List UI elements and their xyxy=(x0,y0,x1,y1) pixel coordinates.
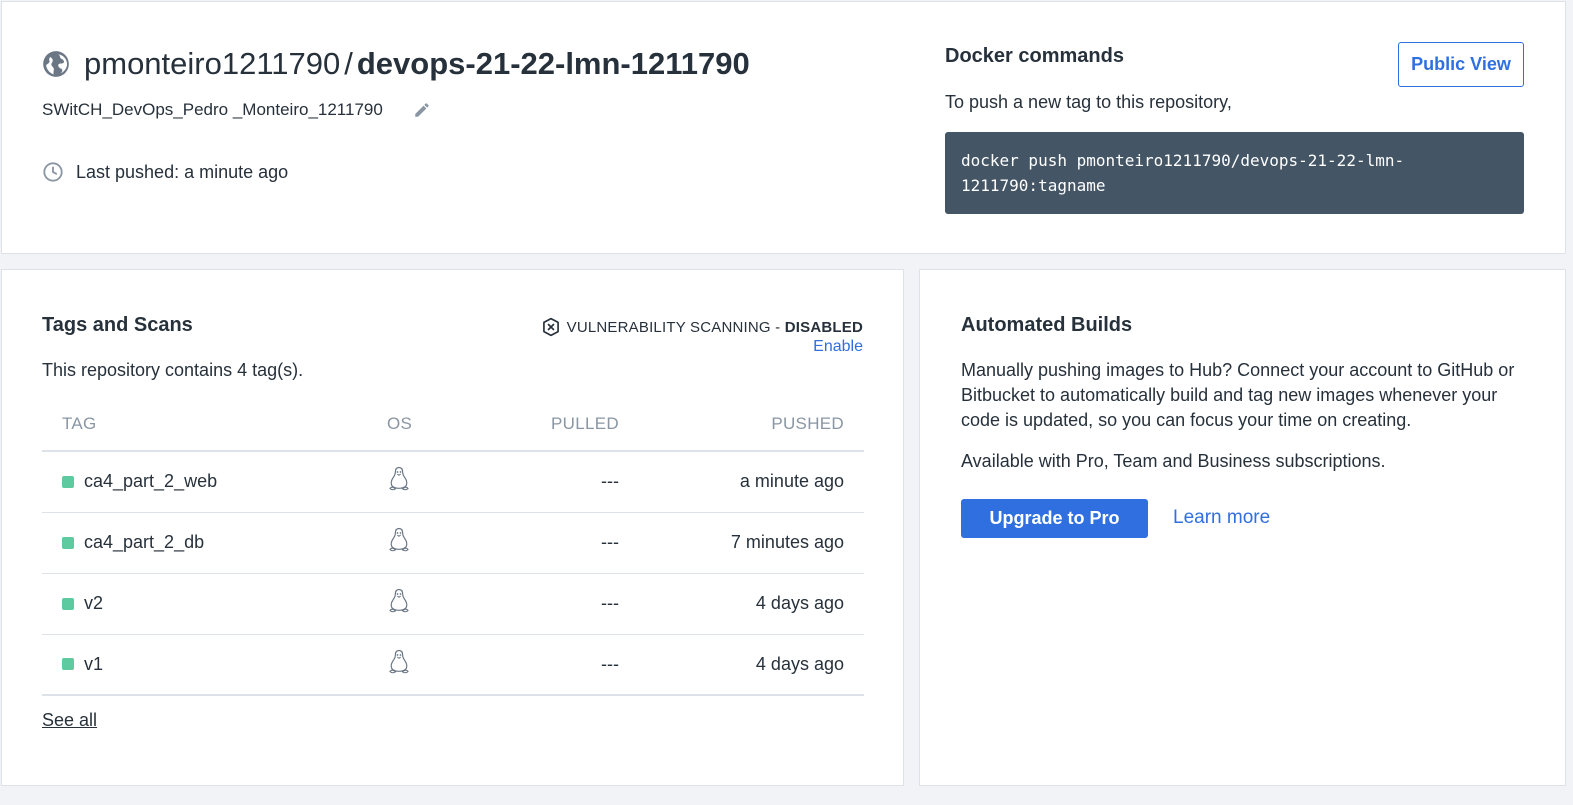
automated-builds-description: Manually pushing images to Hub? Connect … xyxy=(961,360,1515,430)
column-header-pushed: PUSHED xyxy=(619,397,864,452)
tag-status-dot xyxy=(62,536,74,549)
linux-icon xyxy=(389,588,409,613)
repo-owner-link[interactable]: pmonteiro1211790 xyxy=(84,46,340,81)
tags-and-scans-card: Tags and Scans VULNERABILITY SCANNING - … xyxy=(1,269,904,786)
tag-pulled: --- xyxy=(507,573,619,635)
linux-icon xyxy=(389,467,409,491)
repo-description-row: SWitCH_DevOps_Pedro _Monteiro_1211790 xyxy=(42,100,431,120)
tag-name[interactable]: ca4_part_2_db xyxy=(84,532,204,553)
tag-name[interactable]: v2 xyxy=(84,593,103,614)
tag-pushed: a minute ago xyxy=(619,451,864,513)
last-pushed-text: Last pushed: a minute ago xyxy=(76,161,289,182)
enable-scanning-link[interactable]: Enable xyxy=(813,338,863,356)
tags-title: Tags and Scans xyxy=(42,314,193,336)
automated-builds-title: Automated Builds xyxy=(961,314,1133,336)
shield-x-icon xyxy=(542,317,559,337)
upgrade-to-pro-button[interactable]: Upgrade to Pro xyxy=(961,499,1148,538)
automated-builds-card: Automated Builds Manually pushing images… xyxy=(919,269,1566,786)
column-header-os: OS xyxy=(387,397,507,452)
tag-name[interactable]: ca4_part_2_web xyxy=(84,471,217,492)
tag-pushed: 7 minutes ago xyxy=(619,512,864,574)
vulnerability-scanning-status: VULNERABILITY SCANNING - DISABLED xyxy=(541,316,863,338)
table-row[interactable]: ca4_part_2_db --- 7 minutes ago xyxy=(42,512,864,574)
column-header-pulled: PULLED xyxy=(507,397,619,452)
linux-icon xyxy=(389,527,409,552)
tag-status-dot xyxy=(62,658,74,671)
repo-description: SWitCH_DevOps_Pedro _Monteiro_1211790 xyxy=(42,100,383,119)
tags-count-text: This repository contains 4 tag(s). xyxy=(42,360,304,380)
tag-name[interactable]: v1 xyxy=(84,654,103,675)
table-row[interactable]: ca4_part_2_web --- a minute ago xyxy=(42,451,864,513)
docker-commands-subtitle: To push a new tag to this repository, xyxy=(945,92,1232,112)
table-row[interactable]: v1 --- 4 days ago xyxy=(42,634,864,696)
public-view-button[interactable]: Public View xyxy=(1398,42,1524,87)
tags-table: TAG OS PULLED PUSHED ca4_part_2_web --- … xyxy=(42,397,864,696)
vulnerability-status: DISABLED xyxy=(784,318,863,336)
tag-pushed: 4 days ago xyxy=(619,634,864,696)
edit-pencil-icon[interactable] xyxy=(413,101,431,119)
repo-name: devops-21-22-lmn-1211790 xyxy=(356,46,750,81)
last-pushed-row: Last pushed: a minute ago xyxy=(42,161,288,183)
tag-pulled: --- xyxy=(507,634,619,696)
linux-icon xyxy=(389,649,409,674)
repo-separator: / xyxy=(344,46,353,81)
globe-icon xyxy=(43,51,69,77)
tag-pulled: --- xyxy=(507,451,619,513)
learn-more-link[interactable]: Learn more xyxy=(1173,507,1270,529)
column-header-tag: TAG xyxy=(42,397,387,452)
table-row[interactable]: v2 --- 4 days ago xyxy=(42,573,864,635)
clock-icon xyxy=(43,162,63,182)
vulnerability-label: VULNERABILITY SCANNING - xyxy=(566,318,785,336)
automated-builds-availability: Available with Pro, Team and Business su… xyxy=(961,451,1386,471)
repo-header-card: pmonteiro1211790/devops-21-22-lmn-121179… xyxy=(1,1,1566,254)
docker-commands-title: Docker commands xyxy=(945,45,1124,67)
see-all-link[interactable]: See all xyxy=(42,710,97,731)
tag-status-dot xyxy=(62,475,74,488)
docker-command-box[interactable]: docker push pmonteiro1211790/devops-21-2… xyxy=(945,132,1524,214)
tags-table-header: TAG OS PULLED PUSHED xyxy=(42,397,864,452)
tag-pulled: --- xyxy=(507,512,619,574)
tag-pushed: 4 days ago xyxy=(619,573,864,635)
repo-title: pmonteiro1211790/devops-21-22-lmn-121179… xyxy=(42,44,750,84)
tag-status-dot xyxy=(62,597,74,610)
